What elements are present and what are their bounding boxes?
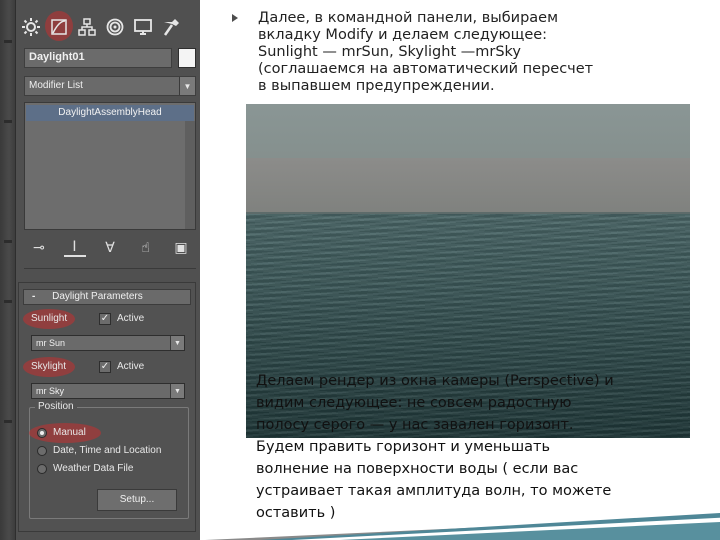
rollout-title: Daylight Parameters	[52, 291, 143, 302]
skylight-active-checkbox[interactable]: ✓	[99, 361, 111, 373]
object-color-swatch[interactable]	[178, 48, 196, 68]
sunlight-active-checkbox[interactable]: ✓	[99, 313, 111, 325]
rollout-header[interactable]: - Daylight Parameters	[23, 289, 191, 305]
pin-stack-icon[interactable]: ⊸	[28, 240, 50, 256]
sunlight-label-text: Sunlight	[31, 313, 68, 324]
chevron-down-icon: ▼	[179, 77, 195, 95]
position-option-label: Weather Data File	[53, 463, 134, 474]
stack-scrollbar[interactable]	[185, 121, 195, 229]
radio-icon	[37, 445, 47, 456]
make-unique-icon[interactable]: ∀	[99, 240, 121, 256]
edge-notch	[4, 420, 12, 423]
modifier-list-label: Modifier List	[29, 80, 83, 91]
position-option-label: Date, Time and Location	[53, 445, 162, 456]
sunlight-label: Sunlight	[22, 309, 76, 329]
setup-button[interactable]: Setup...	[97, 489, 177, 511]
skylight-label: Skylight	[22, 357, 76, 377]
edge-notch	[4, 40, 12, 43]
chevron-down-icon: ▼	[170, 336, 184, 350]
modifier-stack: DaylightAssemblyHead	[24, 102, 196, 230]
tab-modify[interactable]	[45, 11, 73, 42]
position-option-date-time-location[interactable]: Date, Time and Location	[37, 445, 161, 456]
skylight-label-text: Skylight	[31, 361, 67, 372]
object-name-field[interactable]: Daylight01	[24, 48, 172, 68]
divider	[24, 268, 196, 269]
motion-icon	[106, 18, 124, 36]
instruction-text-top: Далее, в командной панели, выбираем вкла…	[258, 10, 594, 94]
position-group-title: Position	[35, 401, 77, 412]
tab-hierarchy[interactable]	[74, 12, 100, 42]
hierarchy-icon	[78, 18, 96, 36]
display-icon	[134, 19, 152, 35]
modifier-list-dropdown[interactable]: Modifier List ▼	[24, 76, 196, 96]
panel-edge-strip	[0, 0, 16, 540]
stack-toolbar: ⊸ I ∀ ☝ ▣	[24, 236, 196, 260]
position-option-label: Manual	[53, 427, 86, 438]
skylight-type-value: mr Sky	[36, 386, 64, 396]
stack-item-daylight-assembly-head[interactable]: DaylightAssemblyHead	[26, 105, 194, 121]
remove-modifier-icon[interactable]: ☝	[135, 240, 157, 256]
render-horizon-haze	[246, 158, 690, 214]
sun-gear-icon	[22, 18, 40, 36]
tab-display[interactable]	[130, 12, 156, 42]
skylight-type-dropdown[interactable]: mr Sky ▼	[31, 383, 185, 399]
collapse-icon: -	[32, 291, 36, 302]
configure-sets-icon[interactable]: ▣	[170, 240, 192, 256]
tab-create[interactable]	[18, 12, 44, 42]
edge-notch	[4, 240, 12, 243]
instruction-text-bottom: Делаем рендер из окна камеры (Perspectiv…	[256, 373, 614, 521]
radio-icon	[37, 427, 47, 438]
position-option-manual[interactable]: Manual	[29, 423, 101, 443]
edge-notch	[4, 120, 12, 123]
bullet-arrow-icon	[232, 14, 238, 22]
hammer-icon	[163, 19, 179, 36]
command-panel-tabs	[18, 10, 200, 44]
show-end-result-icon[interactable]: I	[63, 239, 86, 257]
modify-icon	[51, 19, 67, 35]
position-option-weather-data-file[interactable]: Weather Data File	[37, 463, 133, 474]
command-panel: Daylight01 Modifier List ▼ DaylightAssem…	[0, 0, 200, 540]
daylight-parameters-rollout: - Daylight Parameters Sunlight ✓ Active …	[18, 282, 196, 532]
tab-motion[interactable]	[102, 12, 128, 42]
radio-icon	[37, 463, 47, 474]
sunlight-active-label: Active	[117, 313, 145, 324]
skylight-active-label: Active	[117, 361, 145, 372]
edge-notch	[4, 300, 12, 303]
chevron-down-icon: ▼	[170, 384, 184, 398]
sunlight-type-value: mr Sun	[36, 338, 66, 348]
sunlight-type-dropdown[interactable]: mr Sun ▼	[31, 335, 185, 351]
tab-utilities[interactable]	[158, 12, 184, 42]
